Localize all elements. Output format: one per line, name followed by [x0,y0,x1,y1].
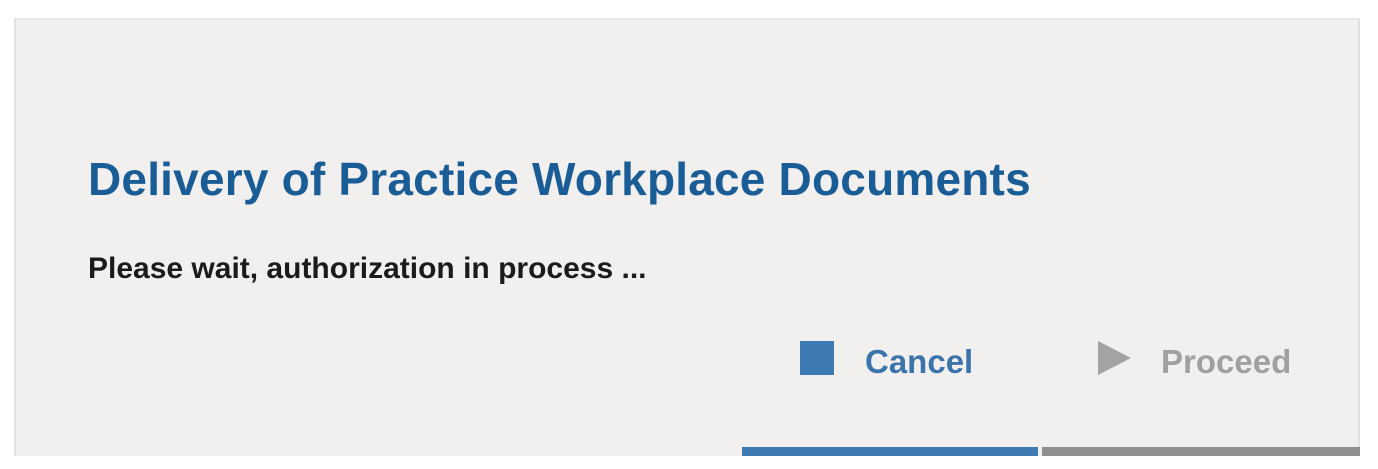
screen-frame: Delivery of Practice Workplace Documents… [0,0,1378,469]
authorization-status-text: Please wait, authorization in process ..… [88,252,647,285]
cancel-button-label: Cancel [865,343,974,380]
cancel-button[interactable]: Cancel [800,338,973,386]
cancel-action-bar [742,447,1038,456]
proceed-button-label: Proceed [1161,343,1292,380]
dialog-panel: Delivery of Practice Workplace Documents… [14,18,1360,456]
stop-icon [800,341,834,375]
dialog-title: Delivery of Practice Workplace Documents [88,153,1031,205]
play-icon [1098,341,1131,375]
proceed-button[interactable]: Proceed [1098,338,1291,386]
proceed-action-bar [1042,447,1360,456]
